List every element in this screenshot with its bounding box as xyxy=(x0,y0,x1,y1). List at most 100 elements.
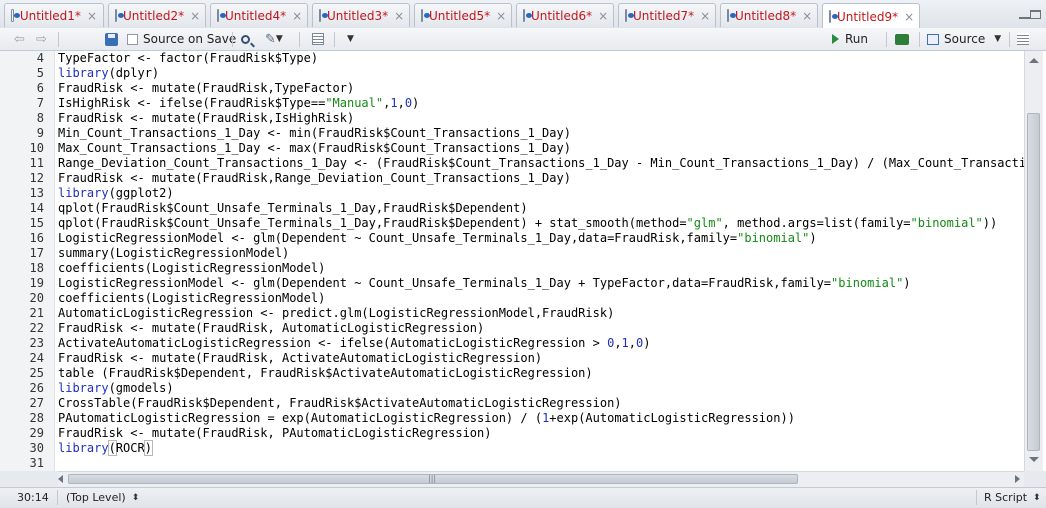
close-icon[interactable]: × xyxy=(904,10,914,24)
minimize-pane-icon[interactable] xyxy=(1019,13,1030,19)
code-line[interactable]: FraudRisk <- mutate(FraudRisk, ActivateA… xyxy=(58,351,542,366)
close-icon[interactable]: × xyxy=(700,9,710,23)
source-on-save-label: Source on Save xyxy=(143,32,237,46)
close-icon[interactable]: × xyxy=(802,9,812,23)
code-line[interactable]: library(ggplot2) xyxy=(58,186,174,201)
code-line[interactable]: IsHighRisk <- ifelse(FraudRisk$Type=="Ma… xyxy=(58,96,419,111)
scroll-down-icon[interactable] xyxy=(1029,457,1039,462)
tab-untitled8[interactable]: Untitled8* × xyxy=(720,3,818,27)
r-document-icon xyxy=(421,9,430,22)
magic-wand-icon: ✎ xyxy=(265,31,276,47)
close-icon[interactable]: × xyxy=(496,9,506,23)
code-line[interactable]: Range_Deviation_Count_Transactions_1_Day… xyxy=(58,156,1024,171)
status-divider xyxy=(976,490,977,505)
maximize-pane-icon[interactable] xyxy=(1030,10,1041,19)
toolbar-divider xyxy=(232,32,233,47)
scroll-left-icon[interactable] xyxy=(58,475,63,483)
line-number: 21 xyxy=(29,306,44,320)
code-line[interactable]: coefficients(LogisticRegressionModel) xyxy=(58,291,325,306)
code-line[interactable]: qplot(FraudRisk$Count_Unsafe_Terminals_1… xyxy=(58,201,528,216)
code-line[interactable]: FraudRisk <- mutate(FraudRisk,TypeFactor… xyxy=(58,81,354,96)
code-line[interactable]: AutomaticLogisticRegression <- predict.g… xyxy=(58,306,614,321)
code-line[interactable]: FraudRisk <- mutate(FraudRisk,IsHighRisk… xyxy=(58,111,354,126)
compile-report-button[interactable] xyxy=(312,31,324,47)
tab-untitled5[interactable]: Untitled5* × xyxy=(414,3,512,27)
scope-selector[interactable]: (Top Level) ⬍ xyxy=(66,491,139,504)
code-token: (dplyr) xyxy=(108,66,160,80)
code-line[interactable]: library(ROCR) xyxy=(58,440,153,456)
code-line[interactable]: CrossTable(FraudRisk$Dependent, FraudRis… xyxy=(58,396,622,411)
back-button[interactable]: ⇦ xyxy=(14,31,25,47)
code-token: ROCR xyxy=(115,441,145,455)
chevron-down-icon: ▼ xyxy=(994,34,1002,44)
close-icon[interactable]: × xyxy=(87,9,97,23)
close-icon[interactable]: × xyxy=(190,9,200,23)
code-line[interactable]: ActivateAutomaticLogisticRegression <- i… xyxy=(58,336,650,351)
more-options-button[interactable]: ▼ xyxy=(347,31,354,47)
outline-button[interactable] xyxy=(1017,31,1029,47)
save-button[interactable] xyxy=(105,31,118,47)
code-line[interactable]: table (FraudRisk$Dependent, FraudRisk$Ac… xyxy=(58,366,593,381)
vertical-scroll-thumb[interactable] xyxy=(1027,113,1040,451)
search-icon xyxy=(241,34,250,44)
vertical-scrollbar[interactable] xyxy=(1024,51,1043,471)
code-token: table (FraudRisk$Dependent, FraudRisk$Ac… xyxy=(58,366,593,380)
tab-untitled2[interactable]: Untitled2* × xyxy=(108,3,206,27)
code-line[interactable]: Max_Count_Transactions_1_Day <- max(Frau… xyxy=(58,141,571,156)
code-line[interactable]: TypeFactor <- factor(FraudRisk$Type) xyxy=(58,51,318,66)
code-token: 0 xyxy=(404,96,413,110)
tab-untitled3[interactable]: Untitled3* × xyxy=(312,3,410,27)
tab-label: Untitled9* xyxy=(837,9,899,24)
code-area[interactable]: TypeFactor <- factor(FraudRisk$Type) libr… xyxy=(58,51,1024,471)
file-type-selector[interactable]: R Script ⬍ xyxy=(984,491,1041,504)
run-button[interactable]: Run xyxy=(832,31,868,47)
source-on-save-toggle[interactable]: Source on Save xyxy=(127,31,236,47)
code-line[interactable]: FraudRisk <- mutate(FraudRisk, PAutomati… xyxy=(58,426,491,441)
close-icon[interactable]: × xyxy=(292,9,302,23)
code-token: LogisticRegressionModel <- glm(Dependent… xyxy=(58,231,738,245)
line-number: 18 xyxy=(29,261,44,275)
code-token: +exp(AutomaticLogisticRegression)) xyxy=(549,411,795,425)
code-line[interactable]: library(gmodels) xyxy=(58,381,174,396)
code-token: FraudRisk <- mutate(FraudRisk,TypeFactor… xyxy=(58,81,355,95)
code-line[interactable]: Min_Count_Transactions_1_Day <- min(Frau… xyxy=(58,126,571,141)
code-line[interactable]: LogisticRegressionModel <- glm(Dependent… xyxy=(58,231,817,246)
close-icon[interactable]: × xyxy=(598,9,608,23)
forward-button[interactable]: ⇨ xyxy=(36,31,47,47)
tab-untitled7[interactable]: Untitled7* × xyxy=(618,3,716,27)
tab-untitled6[interactable]: Untitled6* × xyxy=(516,3,614,27)
code-line[interactable]: FraudRisk <- mutate(FraudRisk,Range_Devi… xyxy=(58,171,571,186)
status-divider xyxy=(57,490,58,505)
source-button[interactable]: Source ▼ xyxy=(927,31,1001,47)
code-token: Max_Count_Transactions_1_Day <- max(Frau… xyxy=(58,141,571,155)
horizontal-scrollbar[interactable]: ||| xyxy=(58,471,1024,487)
code-token: , xyxy=(614,336,622,350)
line-number: 9 xyxy=(36,126,44,140)
code-line[interactable]: summary(LogisticRegressionModel) xyxy=(58,246,289,261)
tab-untitled4[interactable]: Untitled4* × xyxy=(210,3,308,27)
code-line[interactable]: LogisticRegressionModel <- glm(Dependent… xyxy=(58,276,911,291)
code-tools-button[interactable]: ✎ ▼ xyxy=(265,31,283,47)
rerun-button[interactable] xyxy=(895,31,909,47)
tab-untitled9[interactable]: Untitled9* × xyxy=(822,3,920,29)
line-number: 16 xyxy=(29,231,44,245)
code-line[interactable]: FraudRisk <- mutate(FraudRisk, Automatic… xyxy=(58,321,484,336)
code-line[interactable]: library(dplyr) xyxy=(58,66,159,81)
code-editor[interactable]: 4 5 6 7 8 9 10 11 12 13 14 15 16 17 18 19 20 21 22 23 24 25 26… xyxy=(0,51,1046,471)
code-token: CrossTable(FraudRisk$Dependent, FraudRis… xyxy=(58,396,622,410)
close-icon[interactable]: × xyxy=(394,9,404,23)
line-number: 23 xyxy=(29,336,44,350)
code-token: library xyxy=(58,381,109,395)
code-line[interactable]: PAutomaticLogisticRegression = exp(Autom… xyxy=(58,411,795,426)
source-on-save-checkbox[interactable] xyxy=(127,33,138,45)
scroll-up-icon[interactable] xyxy=(1029,58,1039,63)
r-document-icon xyxy=(115,9,124,22)
code-token: library xyxy=(58,186,109,200)
chevron-down-icon: ▼ xyxy=(275,34,283,44)
chevron-down-icon: ⬍ xyxy=(1033,492,1041,503)
code-line[interactable]: qplot(FraudRisk$Count_Unsafe_Terminals_1… xyxy=(58,216,997,231)
scroll-right-icon[interactable] xyxy=(1015,475,1020,483)
find-replace-button[interactable] xyxy=(241,31,250,47)
tab-untitled1[interactable]: Untitled1* × xyxy=(4,3,104,27)
code-line[interactable]: coefficients(LogisticRegressionModel) xyxy=(58,261,325,276)
